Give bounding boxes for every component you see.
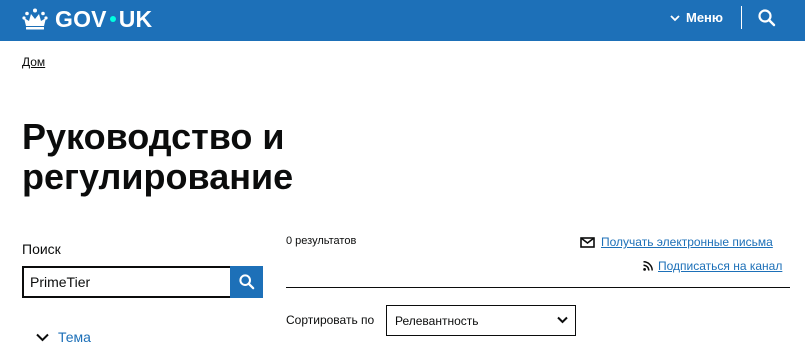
- logo-wordmark: GOV UK: [55, 6, 153, 32]
- menu-label: Меню: [686, 10, 724, 25]
- search-icon: [238, 274, 254, 290]
- subscribe-feed-label: Подписаться на канал: [658, 259, 783, 273]
- breadcrumb-home-link[interactable]: Дом: [22, 55, 45, 69]
- search-label: Поиск: [22, 241, 61, 257]
- chevron-down-icon: [36, 333, 49, 341]
- email-alerts-label: Получать электронные письма: [601, 235, 773, 249]
- facet-topic-toggle[interactable]: Тема: [36, 329, 91, 345]
- facet-topic-label: Тема: [58, 329, 91, 345]
- chevron-down-icon: [670, 14, 680, 21]
- crown-icon: [22, 8, 48, 30]
- logo-dot: [109, 15, 116, 22]
- search-form: [22, 266, 263, 298]
- search-input[interactable]: [22, 266, 230, 298]
- sort-selected-value: Релевантность: [395, 313, 479, 328]
- menu-button[interactable]: Меню: [670, 10, 723, 26]
- site-header: GOV UK Меню: [0, 0, 805, 41]
- email-alerts-link[interactable]: Получать электронные письма: [580, 235, 773, 249]
- results-divider: [286, 287, 790, 288]
- rss-feed-icon: [643, 261, 653, 271]
- envelope-icon: [580, 236, 595, 248]
- sort-label: Сортировать по: [286, 313, 375, 327]
- search-toggle-button[interactable]: [758, 9, 776, 32]
- search-submit-button[interactable]: [230, 266, 263, 298]
- page-title: Руководство и регулирование: [22, 116, 294, 197]
- search-icon: [758, 9, 776, 27]
- chevron-down-icon: [557, 316, 568, 324]
- govuk-logo-link[interactable]: GOV UK: [22, 7, 152, 31]
- sort-select[interactable]: Релевантность: [386, 305, 576, 336]
- subscribe-feed-link[interactable]: Подписаться на канал: [643, 259, 782, 273]
- header-divider: [741, 6, 742, 29]
- results-count: 0 результатов: [286, 235, 357, 247]
